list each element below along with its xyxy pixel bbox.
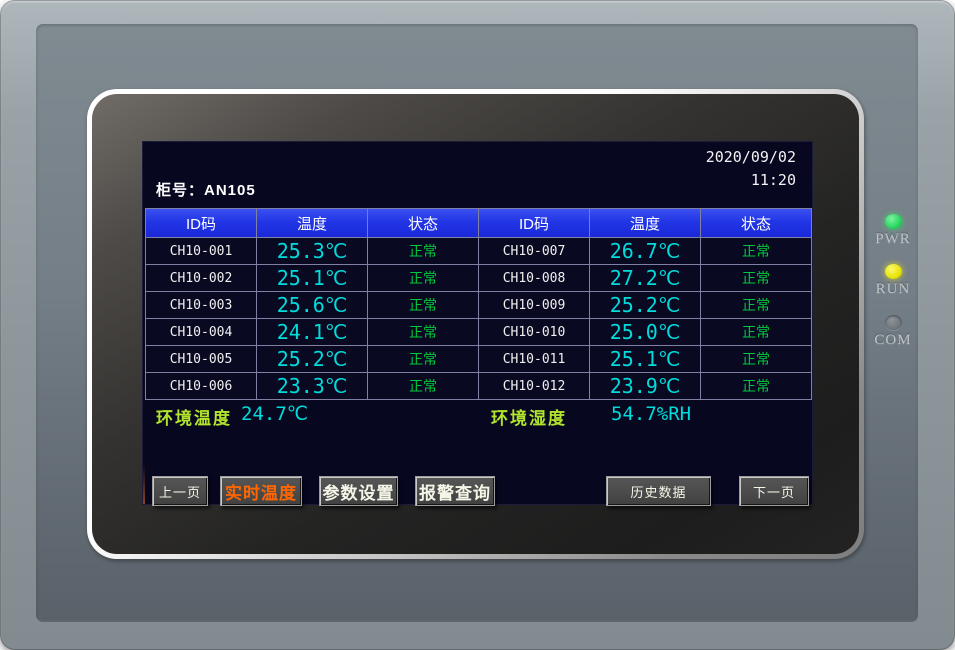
pwr-led-label: PWR [863,231,923,248]
run-led-group: RUN [863,264,923,298]
status-cell: 正常 [701,346,811,372]
alarm-query-button[interactable]: 报警查询 [415,476,495,506]
table-header-cell: 温度 [257,209,367,237]
temperature-cell: 25.2℃ [590,292,700,318]
status-cell: 正常 [368,265,478,291]
temperature-cell: 25.0℃ [590,319,700,345]
screen-edge-glint [143,464,145,504]
status-cell: 正常 [701,373,811,399]
temperature-cell: 27.2℃ [590,265,700,291]
channel-id-cell: CH10-001 [146,238,256,264]
com-led [885,315,902,330]
channel-id-cell: CH10-005 [146,346,256,372]
date-display: 2020/09/02 [706,148,796,166]
cabinet-label: 柜号：AN105 [156,179,256,200]
pwr-led-group: PWR [863,214,923,248]
temperature-cell: 25.6℃ [257,292,367,318]
env-humidity-value: 54.7%RH [611,403,691,425]
temperature-table: ID码温度状态ID码温度状态CH10-00125.3℃正常CH10-00726.… [145,208,812,400]
table-header-cell: 温度 [590,209,700,237]
status-cell: 正常 [368,373,478,399]
status-cell: 正常 [368,292,478,318]
channel-id-cell: CH10-002 [146,265,256,291]
next-page-button[interactable]: 下一页 [739,476,809,506]
temperature-cell: 23.3℃ [257,373,367,399]
realtime-temp-button[interactable]: 实时温度 [220,476,302,506]
channel-id-cell: CH10-011 [479,346,589,372]
table-header-cell: 状态 [368,209,478,237]
table-header-cell: 状态 [701,209,811,237]
table-header-cell: ID码 [146,209,256,237]
hmi-device-frame: 2020/09/02 11:20 柜号：AN105 ID码温度状态ID码温度状态… [0,0,955,650]
com-led-label: COM [863,332,923,349]
history-data-button[interactable]: 历史数据 [606,476,711,506]
lcd-screen: 2020/09/02 11:20 柜号：AN105 ID码温度状态ID码温度状态… [142,141,813,505]
channel-id-cell: CH10-009 [479,292,589,318]
channel-id-cell: CH10-012 [479,373,589,399]
status-cell: 正常 [701,319,811,345]
status-cell: 正常 [368,319,478,345]
temperature-cell: 23.9℃ [590,373,700,399]
run-led-label: RUN [863,281,923,298]
status-cell: 正常 [368,346,478,372]
temperature-cell: 26.7℃ [590,238,700,264]
channel-id-cell: CH10-006 [146,373,256,399]
channel-id-cell: CH10-010 [479,319,589,345]
com-led-group: COM [863,315,923,349]
pwr-led [885,214,902,229]
status-cell: 正常 [701,292,811,318]
prev-page-button[interactable]: 上一页 [152,476,208,506]
temperature-cell: 25.1℃ [590,346,700,372]
temperature-cell: 25.2℃ [257,346,367,372]
channel-id-cell: CH10-008 [479,265,589,291]
table-header-cell: ID码 [479,209,589,237]
status-cell: 正常 [701,238,811,264]
env-temp-label: 环境温度 [156,404,232,429]
run-led [885,264,902,279]
channel-id-cell: CH10-004 [146,319,256,345]
channel-id-cell: CH10-007 [479,238,589,264]
status-cell: 正常 [368,238,478,264]
temperature-cell: 24.1℃ [257,319,367,345]
status-cell: 正常 [701,265,811,291]
time-display: 11:20 [751,171,796,189]
temperature-cell: 25.1℃ [257,265,367,291]
param-settings-button[interactable]: 参数设置 [319,476,398,506]
env-temp-value: 24.7℃ [241,403,308,425]
temperature-cell: 25.3℃ [257,238,367,264]
env-humidity-label: 环境湿度 [491,404,567,429]
channel-id-cell: CH10-003 [146,292,256,318]
